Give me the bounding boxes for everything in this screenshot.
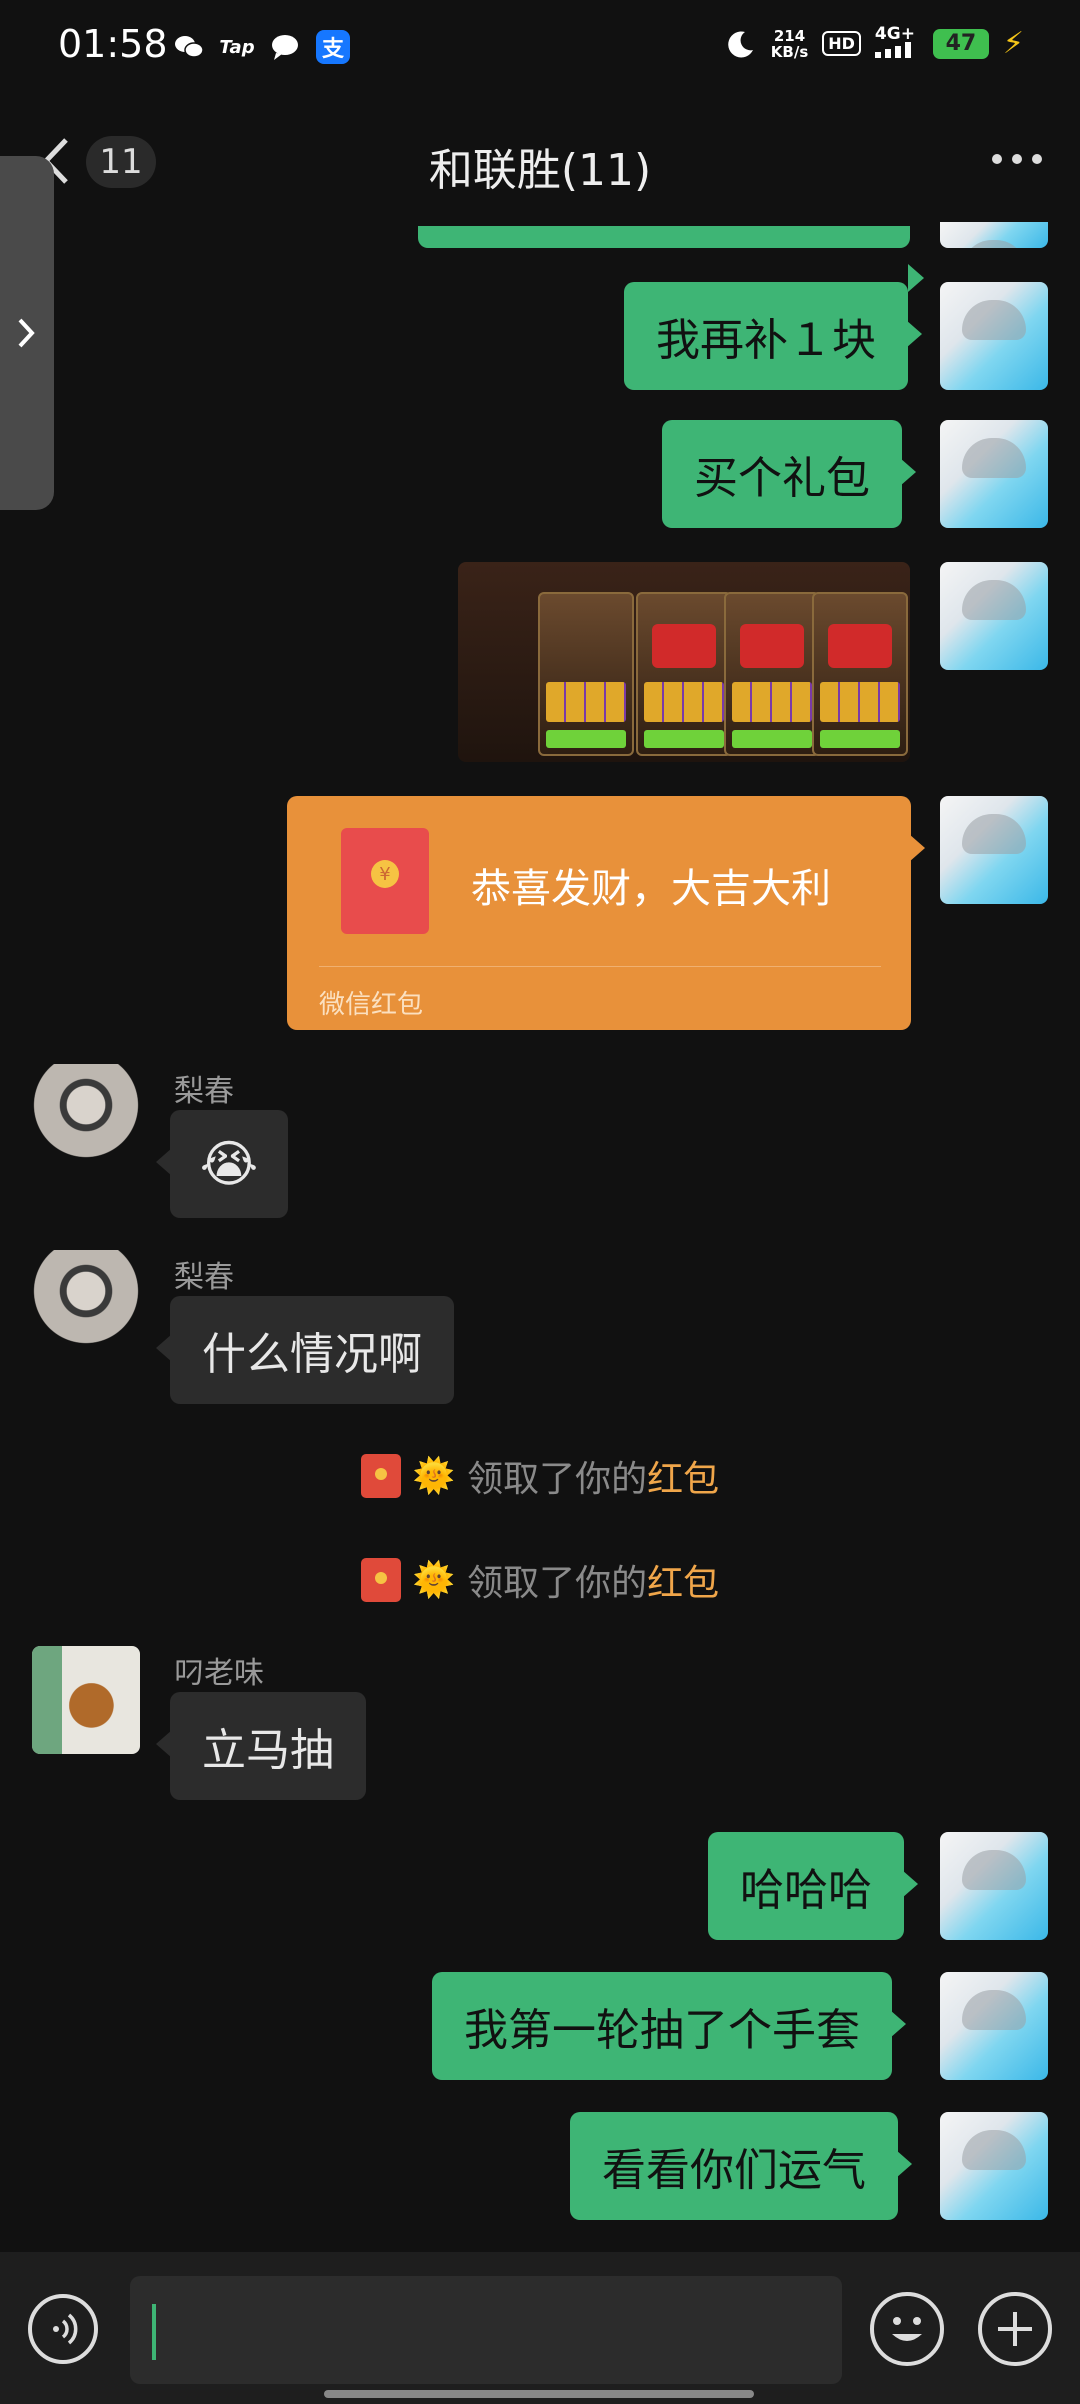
- red-packet-message[interactable]: 恭喜发财，大吉大利 微信红包: [287, 796, 925, 1030]
- message-bubble[interactable]: 买个礼包: [662, 420, 916, 528]
- message-bubble[interactable]: 立马抽: [156, 1692, 366, 1800]
- gift-price-bar: [732, 730, 812, 748]
- tap-label: Tap: [219, 36, 255, 58]
- gift-items: [820, 682, 900, 722]
- net-speed-unit: KB/s: [770, 42, 809, 61]
- net-speed-value: 214: [773, 26, 806, 45]
- message-bubble[interactable]: 什么情况啊: [156, 1296, 454, 1404]
- image-message[interactable]: [458, 562, 910, 762]
- red-packet-icon: [360, 1454, 401, 1498]
- floating-side-tab[interactable]: [0, 156, 54, 510]
- red-packet-link[interactable]: 红包: [647, 1563, 719, 1604]
- moon-icon: [728, 30, 753, 57]
- red-packet-label: 微信红包: [319, 990, 424, 1020]
- lichun-avatar[interactable]: [32, 1064, 140, 1172]
- message-bubble[interactable]: 我第一轮抽了个手套: [432, 1972, 906, 2080]
- red-packet-link[interactable]: 红包: [647, 1459, 719, 1500]
- gift-chest: [828, 624, 892, 668]
- status-right: 214 KB/s HD 4G+ 47 ⚡: [725, 26, 1024, 61]
- red-packet-icon: [360, 1558, 401, 1602]
- alipay-icon: 支: [316, 30, 350, 64]
- emoji-button[interactable]: [870, 2292, 944, 2366]
- red-packet-icon: [341, 828, 429, 934]
- gift-items: [546, 682, 626, 722]
- charging-icon: ⚡: [1002, 26, 1024, 61]
- home-indicator[interactable]: [324, 2390, 754, 2398]
- dot-icon: [1012, 154, 1022, 164]
- battery-indicator: 47: [932, 28, 989, 59]
- message-input[interactable]: [130, 2276, 842, 2384]
- network-label: 4G+: [874, 24, 915, 44]
- self-avatar[interactable]: [940, 420, 1048, 528]
- system-message: 🌞 领取了你的红包: [0, 1450, 1080, 1502]
- message-bubble[interactable]: 我再补１块: [624, 282, 922, 390]
- self-avatar[interactable]: [940, 562, 1048, 670]
- self-avatar[interactable]: [940, 1972, 1048, 2080]
- sender-name: 梨春: [174, 1260, 234, 1295]
- gift-items: [644, 682, 724, 722]
- crying-face-emoji: 😭: [199, 1135, 259, 1193]
- more-options-button[interactable]: [992, 154, 1042, 164]
- net-speed: 214 KB/s: [771, 28, 808, 60]
- self-avatar-partial[interactable]: [940, 222, 1048, 248]
- tap-icon: Tap: [219, 30, 255, 64]
- red-packet-divider: [319, 966, 881, 967]
- status-left-icons: Tap 支: [172, 30, 350, 64]
- hd-badge: HD: [822, 31, 861, 56]
- self-avatar[interactable]: [940, 2112, 1048, 2220]
- system-message: 🌞 领取了你的红包: [0, 1554, 1080, 1606]
- gift-price-bar: [820, 730, 900, 748]
- sender-name: 叼老味: [174, 1656, 264, 1691]
- voice-input-button[interactable]: [28, 2294, 98, 2364]
- self-avatar[interactable]: [940, 282, 1048, 390]
- system-text: 领取了你的: [467, 1563, 648, 1604]
- wechat-icon: [172, 30, 206, 64]
- status-bar: 01:58 Tap 支 214 KB/s HD 4G+ 47 ⚡: [0, 0, 1080, 96]
- gift-pack-panel: [812, 592, 908, 756]
- alipay-label: 支: [321, 37, 344, 62]
- sun-emoji-icon: 🌞: [412, 1560, 456, 1600]
- gift-price-bar: [546, 730, 626, 748]
- message-bubble[interactable]: 哈哈哈: [708, 1832, 918, 1940]
- message-bubble-partial[interactable]: [418, 226, 924, 292]
- gift-chest: [740, 624, 804, 668]
- input-bar: [0, 2252, 1080, 2404]
- voice-icon: [53, 2313, 78, 2345]
- dot-icon: [992, 154, 1002, 164]
- more-actions-button[interactable]: [978, 2292, 1052, 2366]
- gift-chest: [652, 624, 716, 668]
- self-avatar[interactable]: [940, 796, 1048, 904]
- text-caret: [152, 2304, 156, 2360]
- chevron-right-icon: [18, 318, 35, 348]
- message-bubble[interactable]: 看看你们运气: [570, 2112, 912, 2220]
- message-icon: [268, 30, 302, 64]
- network-indicator: 4G+: [874, 24, 919, 61]
- dot-icon: [1032, 154, 1042, 164]
- system-message-text: 领取了你的红包: [467, 1450, 719, 1502]
- system-message-text: 领取了你的红包: [467, 1554, 719, 1606]
- gift-pack-panel: [724, 592, 820, 756]
- signal-icon: [874, 42, 911, 58]
- smiley-icon: [892, 2317, 922, 2341]
- red-packet-greeting: 恭喜发财，大吉大利: [471, 866, 831, 912]
- chat-header: 11 和联胜(11): [0, 110, 1080, 210]
- sender-name: 梨春: [174, 1074, 234, 1109]
- gift-items: [732, 682, 812, 722]
- sun-emoji-icon: 🌞: [412, 1456, 456, 1496]
- system-text: 领取了你的: [467, 1459, 648, 1500]
- gift-pack-panel: [636, 592, 732, 756]
- self-avatar[interactable]: [940, 1832, 1048, 1940]
- chat-title: 和联胜(11): [428, 145, 652, 196]
- status-time: 01:58: [58, 22, 168, 66]
- message-bubble[interactable]: 😭: [156, 1110, 288, 1218]
- gift-pack-panel: [538, 592, 634, 756]
- lichun-avatar[interactable]: [32, 1250, 140, 1358]
- plus-icon: [998, 2312, 1032, 2346]
- diaolaowei-avatar[interactable]: [32, 1646, 140, 1754]
- gift-price-bar: [644, 730, 724, 748]
